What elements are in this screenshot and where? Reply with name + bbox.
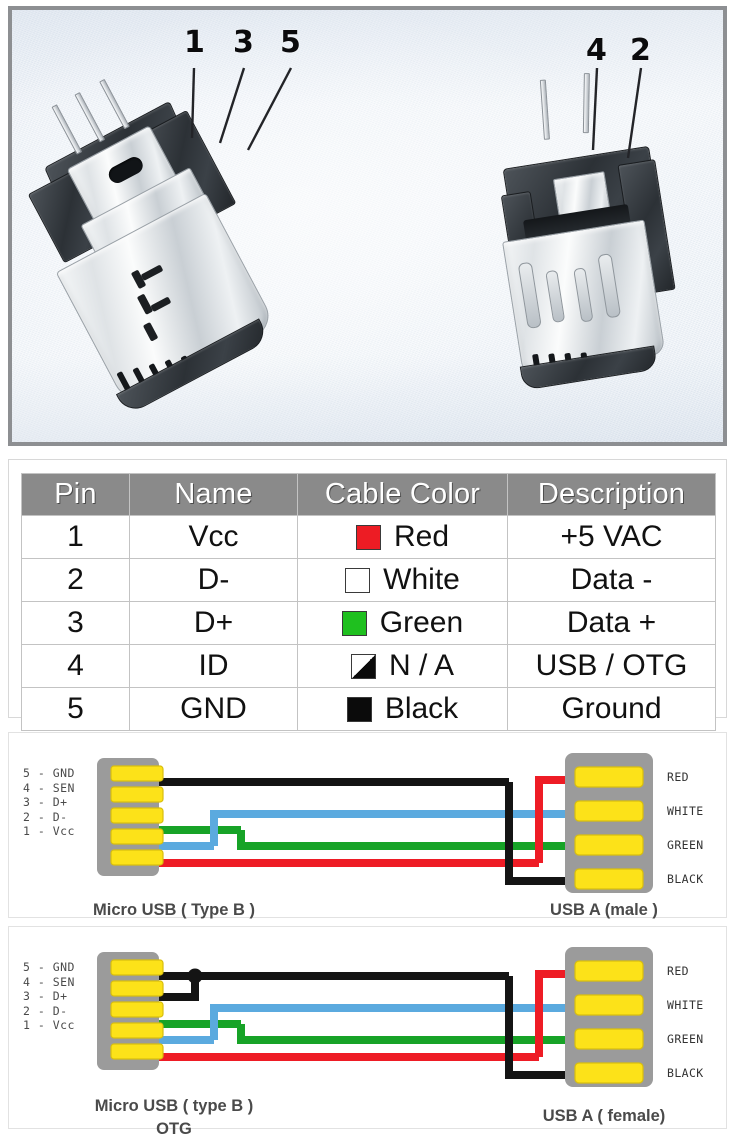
caption-usb-a-female: USB A ( female) xyxy=(542,1107,666,1125)
wiring-graphic-standard xyxy=(97,753,653,893)
caption-usb-a-male: USB A (male ) xyxy=(550,901,658,919)
table-row: 3 D+ Green Data + xyxy=(21,601,716,645)
caption-micro-usb-standard: Micro USB ( Type B ) xyxy=(93,901,255,919)
pin-callout-5: 5 xyxy=(280,25,301,60)
color-swatch-icon xyxy=(345,567,371,593)
column-header-description: Description xyxy=(507,473,716,516)
pin-callout-3: 3 xyxy=(233,25,254,60)
table-row: 5 GND Black Ground xyxy=(21,687,716,731)
color-label: Green xyxy=(379,606,464,639)
wire-label-black: BLACK xyxy=(667,1066,704,1080)
cell-name: ID xyxy=(129,644,298,688)
wire-label-white: WHITE xyxy=(667,804,704,818)
table-row: 1 Vcc Red +5 VAC xyxy=(21,515,716,559)
cell-cable-color: Red xyxy=(297,515,508,559)
cell-name: Vcc xyxy=(129,515,298,559)
connector-photo-panel: 1 3 5 4 2 xyxy=(8,6,727,446)
micro-usb-pin-labels-standard: 5 - GND 4 - SEN 3 - D+ 2 - D- 1 - Vcc xyxy=(23,766,75,839)
wiring-diagram-otg: 5 - GND 4 - SEN 3 - D+ 2 - D- 1 - Vcc RE… xyxy=(8,926,727,1138)
cell-description: Ground xyxy=(507,687,716,731)
pinout-table-panel: Pin Name Cable Color Description 1 Vcc Red… xyxy=(8,459,727,731)
column-header-name: Name xyxy=(129,473,298,516)
otg-junction-dot xyxy=(187,968,203,984)
cell-pin: 4 xyxy=(21,644,130,688)
color-label: N / A xyxy=(388,649,455,682)
cell-cable-color: Black xyxy=(297,687,508,731)
cell-cable-color: White xyxy=(297,558,508,602)
cell-pin: 2 xyxy=(21,558,130,602)
pin-callout-2: 2 xyxy=(630,33,651,68)
column-header-cable-color: Cable Color xyxy=(297,473,508,516)
color-swatch-icon xyxy=(346,696,372,722)
caption-micro-usb-otg: Micro USB ( type B ) OTG xyxy=(94,1097,254,1138)
cell-description: Data - xyxy=(507,558,716,602)
wiring-diagram-standard: 5 - GND 4 - SEN 3 - D+ 2 - D- 1 - Vcc RE… xyxy=(8,732,727,919)
color-swatch-icon xyxy=(341,610,367,636)
cell-pin: 3 xyxy=(21,601,130,645)
pinout-table: Pin Name Cable Color Description 1 Vcc Red… xyxy=(21,473,716,731)
wire-label-white: WHITE xyxy=(667,998,704,1012)
table-header-row: Pin Name Cable Color Description xyxy=(21,473,716,516)
pin-callout-1: 1 xyxy=(184,25,205,60)
wire-label-red: RED xyxy=(667,770,689,784)
color-label: Red xyxy=(393,520,450,553)
color-label: Black xyxy=(384,692,459,725)
cell-name: GND xyxy=(129,687,298,731)
color-swatch-icon xyxy=(355,524,381,550)
wire-label-red: RED xyxy=(667,964,689,978)
cell-name: D+ xyxy=(129,601,298,645)
color-label: White xyxy=(383,563,460,596)
cell-cable-color: Green xyxy=(297,601,508,645)
table-row: 2 D- White Data - xyxy=(21,558,716,602)
wire-label-green: GREEN xyxy=(667,838,704,852)
cell-description: USB / OTG xyxy=(507,644,716,688)
wire-label-black: BLACK xyxy=(667,872,704,886)
cell-cable-color: N / A xyxy=(297,644,508,688)
cell-description: Data + xyxy=(507,601,716,645)
table-body: 1 Vcc Red +5 VAC 2 D- White Data - 3 D+ Green Data … xyxy=(21,515,716,731)
cell-description: +5 VAC xyxy=(507,515,716,559)
wire-label-green: GREEN xyxy=(667,1032,704,1046)
table-row: 4 ID N / A USB / OTG xyxy=(21,644,716,688)
micro-usb-pin-labels-otg: 5 - GND 4 - SEN 3 - D+ 2 - D- 1 - Vcc xyxy=(23,960,75,1033)
color-swatch-icon xyxy=(350,653,376,679)
cell-name: D- xyxy=(129,558,298,602)
column-header-pin: Pin xyxy=(21,473,130,516)
cell-pin: 1 xyxy=(21,515,130,559)
pin-callout-4: 4 xyxy=(586,33,607,68)
cell-pin: 5 xyxy=(21,687,130,731)
